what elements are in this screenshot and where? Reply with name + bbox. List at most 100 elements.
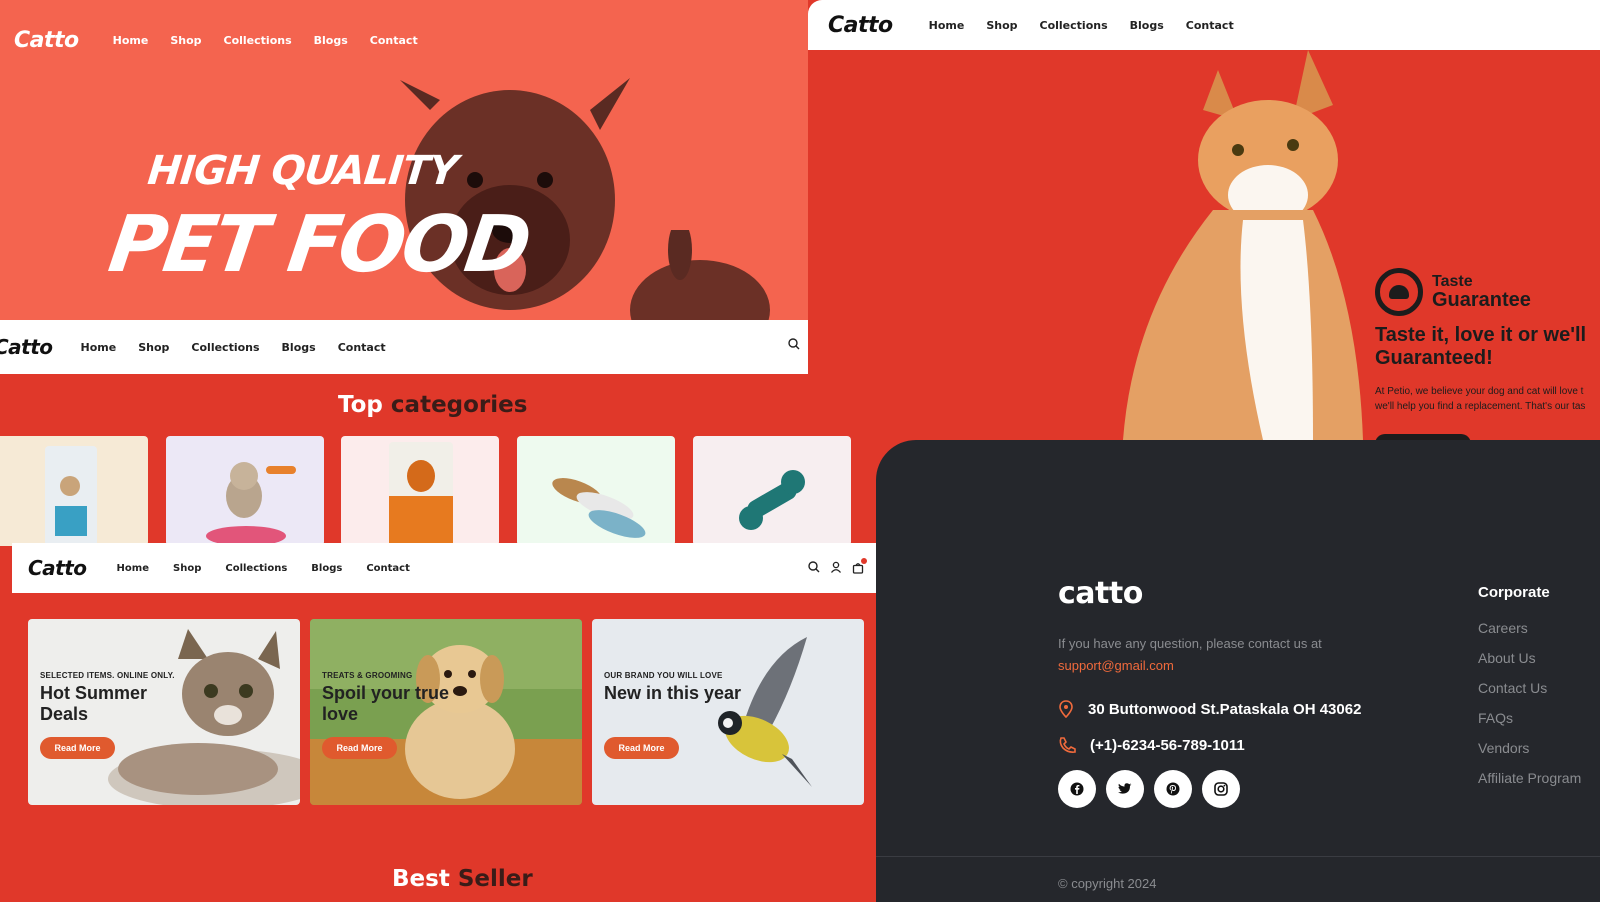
footer-link-vendors[interactable]: Vendors (1478, 740, 1581, 770)
search-icon[interactable] (808, 561, 820, 573)
read-more-button[interactable]: Read More (40, 737, 115, 759)
main-nav: Home Shop Collections Blogs Contact (929, 19, 1234, 32)
location-icon (1059, 700, 1073, 718)
nav-home[interactable]: Home (113, 34, 149, 47)
footer-phone-text[interactable]: (+1)-6234-56-789-1011 (1090, 737, 1245, 754)
guarantee-panel: Catto Home Shop Collections Blogs Contac… (808, 0, 1600, 440)
footer-link-contact[interactable]: Contact Us (1478, 680, 1581, 710)
nav-home[interactable]: Home (117, 563, 149, 574)
footer-link-about[interactable]: About Us (1478, 650, 1581, 680)
category-card-duck-toys[interactable] (517, 436, 675, 546)
promo-kicker: TREATS & GROOMING (322, 671, 413, 680)
guarantee-heading: Taste it, love it or we'll Guaranteed! (1375, 324, 1600, 370)
rabbit-image (630, 230, 770, 320)
duck-toys-image (552, 478, 646, 538)
cat-food-bag-image (45, 446, 97, 546)
nav-home[interactable]: Home (81, 341, 117, 354)
nav-collections[interactable]: Collections (191, 341, 259, 354)
category-card-cat-food[interactable] (0, 436, 148, 546)
nav-collections[interactable]: Collections (224, 34, 292, 47)
footer-link-careers[interactable]: Careers (1478, 620, 1581, 650)
footer-email-link[interactable]: support@gmail.com (1058, 658, 1174, 673)
hero-title-line1: HIGH QUALITY (145, 148, 460, 194)
guarantee-heading-2: Guaranteed! (1375, 347, 1493, 369)
category-card-bone-toy[interactable] (693, 436, 851, 546)
nav-collections[interactable]: Collections (225, 563, 287, 574)
nav-contact[interactable]: Contact (338, 341, 386, 354)
nav-shop[interactable]: Shop (173, 563, 201, 574)
corporate-links: Careers About Us Contact Us FAQs Vendors… (1478, 620, 1581, 800)
hero-header: Catto Home Shop Collections Blogs Contac… (14, 28, 418, 53)
twitter-icon[interactable] (1106, 770, 1144, 808)
footer-link-affiliate[interactable]: Affiliate Program (1478, 770, 1581, 800)
nav-blogs[interactable]: Blogs (311, 563, 342, 574)
main-nav: Home Shop Collections Blogs Contact (81, 341, 386, 354)
category-card-cat-toy[interactable] (166, 436, 324, 546)
promo-title: Spoil your true love (322, 683, 450, 724)
promo-header: Catto Home Shop Collections Blogs Contac… (12, 543, 876, 593)
search-icon[interactable] (788, 338, 800, 350)
nav-home[interactable]: Home (929, 19, 965, 32)
taste-badge-small: Taste (1432, 273, 1473, 290)
copyright: © copyright 2024 (1058, 876, 1157, 891)
categories-title-b: categories (390, 392, 528, 418)
categories-title: Top categories (338, 392, 527, 418)
nav-blogs[interactable]: Blogs (1130, 19, 1164, 32)
cart-badge (861, 558, 867, 564)
guarantee-heading-1: Taste it, love it or we'll (1375, 324, 1587, 346)
pinterest-icon[interactable] (1154, 770, 1192, 808)
cart-button[interactable] (852, 558, 867, 579)
facebook-icon[interactable] (1058, 770, 1096, 808)
promo-panel: Catto Home Shop Collections Blogs Contac… (12, 543, 876, 902)
navbar-panel: Catto Home Shop Collections Blogs Contac… (0, 320, 808, 374)
hero-title-line2: PET FOOD (103, 200, 534, 290)
nav-blogs[interactable]: Blogs (314, 34, 348, 47)
guarantee-body: At Petio, we believe your dog and cat wi… (1375, 384, 1600, 414)
nav-contact[interactable]: Contact (1186, 19, 1234, 32)
promo-card-treats[interactable]: TREATS & GROOMING Spoil your true love R… (310, 619, 582, 805)
logo[interactable]: Catto (14, 28, 79, 53)
nav-shop[interactable]: Shop (986, 19, 1017, 32)
promo-title: New in this year (604, 683, 742, 703)
read-more-button[interactable]: Read More (322, 737, 397, 759)
main-nav: Home Shop Collections Blogs Contact (113, 34, 418, 47)
promo-card-summer[interactable]: SELECTED ITEMS. ONLINE ONLY. Hot Summer … (28, 619, 300, 805)
footer-divider (876, 856, 1600, 857)
taste-badge-big: Guarantee (1432, 289, 1531, 311)
corporate-title: Corporate (1478, 584, 1550, 601)
nav-shop[interactable]: Shop (170, 34, 201, 47)
promo-card-new[interactable]: OUR BRAND YOU WILL LOVE New in this year… (592, 619, 864, 805)
best-seller-a: Best (392, 866, 450, 892)
footer-address-text: 30 Buttonwood St.Pataskala OH 43062 (1088, 700, 1362, 718)
footer-address: 30 Buttonwood St.Pataskala OH 43062 (1058, 700, 1361, 718)
social-links (1058, 770, 1240, 808)
logo[interactable]: Catto (0, 335, 53, 359)
read-more-button[interactable]: Read More (604, 737, 679, 759)
bone-toy-image (739, 470, 805, 530)
logo[interactable]: Catto (828, 13, 893, 38)
nav-contact[interactable]: Contact (366, 563, 410, 574)
logo[interactable]: Catto (28, 556, 87, 580)
footer-question: If you have any question, please contact… (1058, 636, 1322, 651)
cat-image (1123, 50, 1363, 440)
footer-panel: catto If you have any question, please c… (876, 440, 1600, 902)
promo-title: Hot Summer Deals (40, 683, 148, 724)
hero-panel: Catto Home Shop Collections Blogs Contac… (0, 0, 808, 320)
footer-logo[interactable]: catto (1058, 576, 1143, 611)
promo-kicker: SELECTED ITEMS. ONLINE ONLY. (40, 671, 175, 680)
nav-collections[interactable]: Collections (1040, 19, 1108, 32)
phone-icon (1059, 737, 1076, 753)
guarantee-body-1: At Petio, we believe your dog and cat wi… (1375, 386, 1584, 397)
header-icons (808, 558, 867, 579)
main-nav: Home Shop Collections Blogs Contact (117, 563, 410, 574)
guarantee-header: Catto Home Shop Collections Blogs Contac… (808, 0, 1600, 50)
best-seller-b: Seller (457, 866, 533, 892)
footer-link-faqs[interactable]: FAQs (1478, 710, 1581, 740)
user-icon[interactable] (830, 561, 842, 573)
nutrience-bag-image (389, 442, 453, 546)
category-card-nutrience[interactable] (341, 436, 499, 546)
instagram-icon[interactable] (1202, 770, 1240, 808)
nav-blogs[interactable]: Blogs (282, 341, 316, 354)
nav-contact[interactable]: Contact (370, 34, 418, 47)
nav-shop[interactable]: Shop (138, 341, 169, 354)
